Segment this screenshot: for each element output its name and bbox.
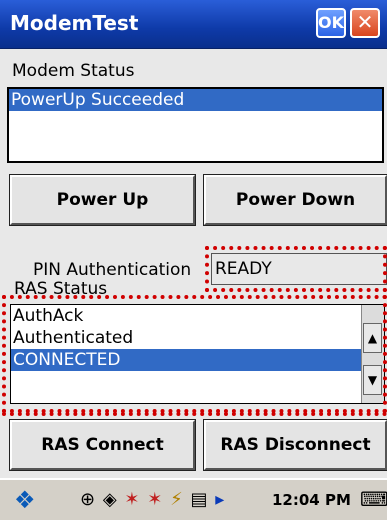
sync-icon[interactable]: ◈ bbox=[103, 489, 118, 510]
modem-status-list[interactable]: PowerUp Succeeded bbox=[7, 87, 384, 163]
taskbar: ❖ ⊕ ◈ ✶ ✶ ⚡ ▤ ▸ 12:04 PM ⌨ bbox=[0, 478, 387, 520]
arrow-icon[interactable]: ▸ bbox=[215, 489, 225, 510]
battery-icon[interactable]: ⚡ bbox=[170, 489, 184, 510]
modem-status-item[interactable]: PowerUp Succeeded bbox=[9, 89, 382, 111]
scroll-up-icon[interactable]: ▲ bbox=[363, 323, 382, 353]
ras-status-label: RAS Status bbox=[14, 279, 108, 299]
ok-button[interactable]: OK bbox=[316, 8, 346, 38]
pin-status-field: READY bbox=[211, 253, 387, 285]
input-panel-icon[interactable]: ⌨ bbox=[360, 487, 387, 511]
ras-disconnect-button[interactable]: RAS Disconnect bbox=[203, 419, 387, 471]
ras-scrollbar[interactable]: ▲ ▼ bbox=[361, 305, 384, 403]
window-title: ModemTest bbox=[10, 11, 139, 35]
keyboard-tray-icon[interactable]: ▤ bbox=[190, 489, 208, 510]
ras-status-list[interactable]: AuthAck Authenticated CONNECTED ▲ ▼ bbox=[10, 304, 385, 404]
tray-icons[interactable]: ⊕ ◈ ✶ ✶ ⚡ ▤ ▸ bbox=[80, 489, 225, 510]
power-down-button[interactable]: Power Down bbox=[203, 174, 387, 226]
close-button[interactable]: ✕ bbox=[350, 8, 380, 38]
volume-icon[interactable]: ✶ bbox=[124, 489, 140, 510]
scroll-down-icon[interactable]: ▼ bbox=[363, 365, 382, 395]
pin-label: PIN Authentication bbox=[33, 260, 192, 280]
clock[interactable]: 12:04 PM bbox=[272, 491, 351, 509]
power-up-button[interactable]: Power Up bbox=[9, 174, 196, 226]
ras-status-item[interactable]: AuthAck bbox=[11, 305, 362, 327]
power-icon[interactable]: ✶ bbox=[147, 489, 163, 510]
start-icon[interactable]: ❖ bbox=[14, 486, 36, 514]
ras-status-item[interactable]: Authenticated bbox=[11, 327, 362, 349]
title-bar: ModemTest OK ✕ bbox=[0, 0, 387, 49]
modem-status-label: Modem Status bbox=[12, 61, 135, 81]
ras-status-item[interactable]: CONNECTED bbox=[11, 349, 362, 371]
network-icon[interactable]: ⊕ bbox=[80, 489, 96, 510]
ras-connect-button[interactable]: RAS Connect bbox=[9, 419, 196, 471]
